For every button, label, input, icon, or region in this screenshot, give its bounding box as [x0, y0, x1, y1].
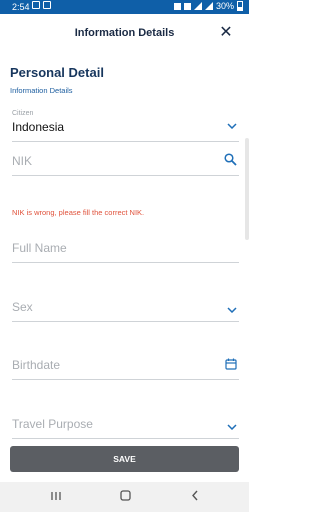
sex-select[interactable]: Sex	[12, 300, 239, 324]
status-left-icons	[32, 1, 51, 9]
scrollbar-handle[interactable]	[245, 138, 249, 240]
screen-icon	[43, 1, 51, 9]
sex-input[interactable]: Sex	[12, 300, 239, 314]
full-name-field[interactable]: Full Name	[12, 241, 239, 265]
status-time: 2:54	[12, 2, 30, 12]
citizen-label: Citizen	[12, 110, 34, 117]
system-nav-bar	[0, 482, 249, 512]
nik-underline	[12, 175, 239, 176]
chevron-down-icon[interactable]	[227, 304, 237, 316]
full-name-underline	[12, 262, 239, 263]
nik-error-text: NIK is wrong, please fill the correct NI…	[12, 208, 145, 217]
battery-percent: 30%	[215, 1, 234, 11]
travel-purpose-input[interactable]: Travel Purpose	[12, 417, 239, 431]
close-icon[interactable]: ✕	[217, 23, 235, 43]
save-button[interactable]: SAVE	[10, 446, 239, 472]
mail-icon	[32, 1, 40, 9]
sex-underline	[12, 321, 239, 322]
section-subtitle: Information Details	[10, 86, 73, 95]
chevron-down-icon[interactable]	[227, 120, 237, 132]
wifi-icon	[193, 2, 202, 10]
status-right-icons: 30%	[173, 1, 243, 11]
page-title: Information Details	[74, 27, 175, 39]
travel-purpose-select[interactable]: Travel Purpose	[12, 417, 239, 441]
birthdate-input[interactable]: Birthdate	[12, 358, 239, 372]
citizen-value: Indonesia	[12, 120, 65, 134]
birthdate-field[interactable]: Birthdate	[12, 358, 239, 382]
app-header: Information Details ✕	[0, 14, 249, 54]
citizen-underline	[12, 141, 239, 142]
signal-icon	[204, 2, 213, 10]
nik-input[interactable]: NIK	[12, 154, 239, 168]
recents-icon[interactable]	[46, 488, 66, 506]
nik-field[interactable]: NIK	[12, 153, 239, 198]
travel-purpose-underline	[12, 438, 239, 439]
back-icon[interactable]	[185, 488, 205, 506]
section-title: Personal Detail	[10, 65, 104, 80]
calendar-icon[interactable]	[225, 358, 237, 373]
alarm-icon	[173, 2, 181, 10]
search-icon[interactable]	[224, 153, 237, 169]
chevron-down-icon[interactable]	[227, 421, 237, 433]
home-icon[interactable]	[115, 488, 135, 506]
status-bar: 2:54 30%	[0, 0, 249, 14]
full-name-input[interactable]: Full Name	[12, 241, 239, 255]
location-icon	[183, 2, 191, 10]
citizen-select[interactable]: Citizen Indonesia	[12, 110, 239, 142]
battery-icon	[237, 1, 243, 11]
birthdate-underline	[12, 379, 239, 380]
